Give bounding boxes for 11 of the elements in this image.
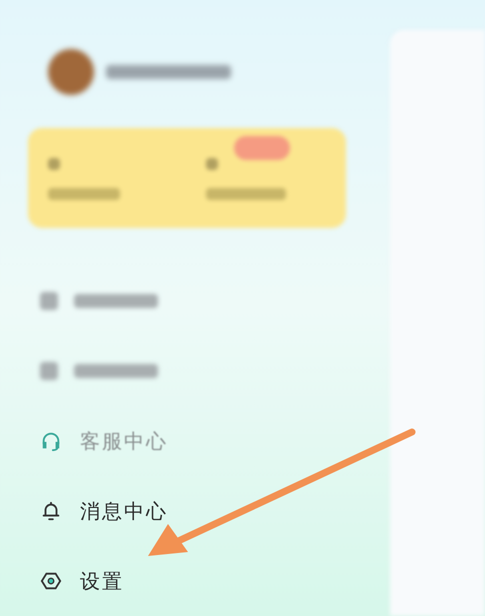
avatar[interactable] <box>48 49 94 95</box>
menu-icon-placeholder <box>40 362 58 380</box>
headset-icon <box>40 430 62 452</box>
menu-label-placeholder[interactable] <box>74 364 158 378</box>
menu-item[interactable]: 设置 <box>80 566 124 596</box>
menu-icon-placeholder <box>40 292 58 310</box>
menu-item[interactable]: 消息中心 <box>80 496 168 526</box>
settings-icon <box>40 570 62 592</box>
membership-card[interactable] <box>28 128 346 228</box>
bell-icon <box>40 500 62 522</box>
menu-label-placeholder[interactable] <box>74 294 158 308</box>
